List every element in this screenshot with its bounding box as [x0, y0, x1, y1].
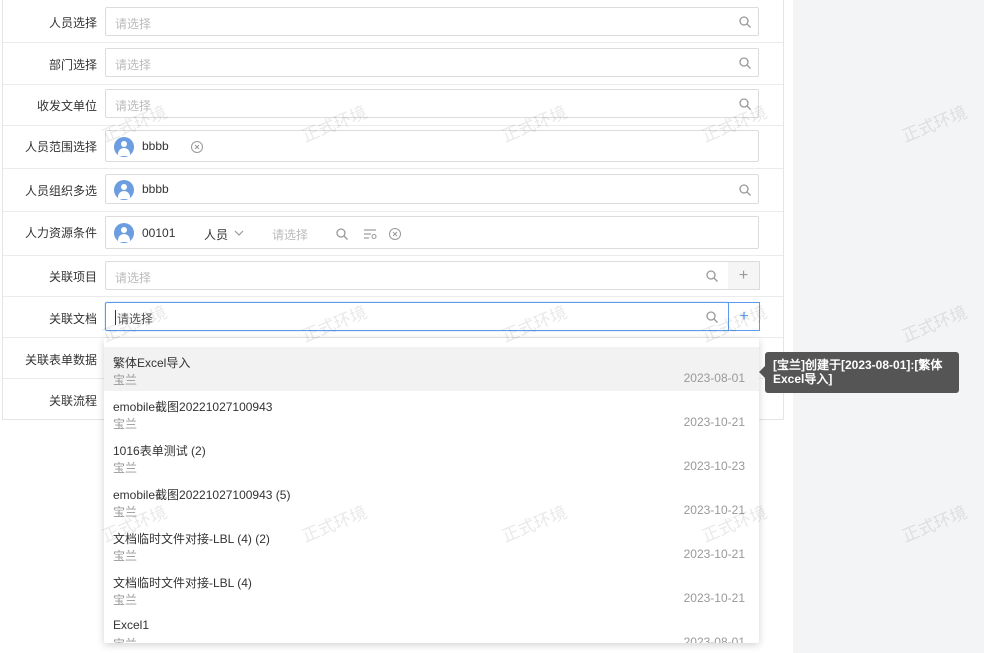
form-row-department: 部门选择 请选择 — [3, 42, 783, 85]
dropdown-option[interactable]: emobile截图20221027100943 (5) 宝兰 2023-10-2… — [104, 479, 759, 523]
placeholder: 请选择 — [117, 312, 154, 326]
related-document-input[interactable]: 请选择 — [105, 302, 729, 331]
dropdown-option[interactable]: emobile截图20221027100943 宝兰 2023-10-21 — [104, 391, 759, 435]
add-document-button[interactable]: + — [728, 302, 760, 331]
document-dropdown: 繁体Excel导入 宝兰 2023-08-01 emobile截图2022102… — [104, 338, 759, 643]
dropdown-option[interactable]: Excel1 宝兰 2023-08-01 — [104, 611, 759, 643]
placeholder: 请选择 — [115, 99, 152, 113]
search-icon[interactable] — [335, 227, 349, 241]
option-author: 宝兰 — [113, 549, 138, 563]
right-side-panel — [793, 0, 984, 653]
form-row-person: 人员选择 请选择 — [3, 0, 783, 43]
search-icon[interactable] — [705, 310, 719, 324]
department-select-input[interactable]: 请选择 — [105, 48, 759, 77]
option-author: 宝兰 — [113, 635, 137, 643]
option-author: 宝兰 — [113, 461, 138, 475]
field-label: 关联项目 — [48, 270, 97, 284]
condition-type-select[interactable]: 人员 — [204, 226, 228, 243]
field-label: 关联文档 — [48, 312, 97, 326]
form-row-doc-unit: 收发文单位 请选择 — [3, 84, 783, 126]
option-title: 1016表单测试 (2) — [113, 444, 206, 458]
text-cursor — [115, 310, 116, 325]
option-date: 2023-08-01 — [683, 371, 745, 385]
form-row-hr-condition: 人力资源条件 00101 人员 请选择 — [3, 211, 783, 256]
dropdown-option[interactable]: 1016表单测试 (2) 宝兰 2023-10-23 — [104, 435, 759, 479]
option-author: 宝兰 — [113, 373, 138, 387]
dropdown-option[interactable]: 文档临时文件对接-LBL (4) 宝兰 2023-10-21 — [104, 567, 759, 611]
person-range-input[interactable]: bbbb — [105, 130, 759, 162]
option-author: 宝兰 — [113, 505, 138, 519]
doc-unit-select-input[interactable]: 请选择 — [105, 89, 759, 118]
selected-tag: 00101 — [142, 226, 176, 240]
form-row-person-range: 人员范围选择 bbbb — [3, 125, 783, 169]
option-title: Excel1 — [113, 618, 150, 632]
avatar — [114, 180, 134, 200]
chevron-down-icon[interactable] — [233, 227, 245, 239]
form-row-person-org: 人员组织多选 bbbb — [3, 168, 783, 212]
search-icon[interactable] — [705, 269, 719, 283]
avatar — [114, 137, 134, 157]
form-row-related-document: 关联文档 请选择 + — [3, 296, 783, 338]
option-author: 宝兰 — [113, 417, 138, 431]
field-label: 人员选择 — [48, 16, 97, 30]
filter-settings-icon[interactable] — [363, 227, 377, 241]
field-label: 人力资源条件 — [24, 226, 97, 240]
field-label: 收发文单位 — [36, 99, 97, 113]
related-project-input[interactable]: 请选择 — [105, 261, 729, 290]
field-label: 人员组织多选 — [24, 184, 97, 198]
document-tooltip: [宝兰]创建于[2023-08-01]:[繁体Excel导入] — [759, 352, 959, 393]
dropdown-option[interactable]: 文档临时文件对接-LBL (4) (2) 宝兰 2023-10-21 — [104, 523, 759, 567]
form-row-related-project: 关联项目 请选择 + — [3, 255, 783, 297]
field-label: 关联流程 — [48, 394, 97, 408]
field-label: 部门选择 — [48, 58, 97, 72]
avatar — [114, 223, 134, 243]
option-title: 文档临时文件对接-LBL (4) (2) — [113, 532, 270, 546]
option-title: 繁体Excel导入 — [113, 356, 191, 370]
search-icon[interactable] — [738, 56, 752, 70]
option-date: 2023-10-21 — [683, 503, 745, 517]
option-date: 2023-10-21 — [683, 547, 745, 561]
selected-tag: bbbb — [142, 182, 169, 196]
field-label: 关联表单数据 — [24, 353, 97, 367]
clear-icon[interactable] — [388, 227, 402, 241]
option-title: emobile截图20221027100943 — [113, 400, 273, 414]
person-org-input[interactable]: bbbb — [105, 174, 759, 204]
option-title: emobile截图20221027100943 (5) — [113, 488, 291, 502]
selected-tag: bbbb — [142, 139, 169, 153]
field-label: 人员范围选择 — [24, 140, 97, 154]
dropdown-option[interactable]: 繁体Excel导入 宝兰 2023-08-01 — [104, 347, 759, 391]
option-date: 2023-10-23 — [683, 459, 745, 473]
option-date: 2023-10-21 — [683, 591, 745, 605]
option-date: 2023-08-01 — [683, 635, 745, 643]
search-icon[interactable] — [738, 183, 752, 197]
clear-icon[interactable] — [190, 140, 204, 154]
search-icon[interactable] — [738, 15, 752, 29]
person-select-input[interactable]: 请选择 — [105, 7, 759, 36]
add-project-button[interactable]: + — [728, 261, 760, 290]
option-author: 宝兰 — [113, 593, 138, 607]
placeholder: 请选择 — [115, 58, 152, 72]
placeholder: 请选择 — [115, 271, 152, 285]
placeholder: 请选择 — [272, 228, 309, 242]
hr-condition-input[interactable]: 00101 人员 请选择 — [105, 216, 759, 249]
search-icon[interactable] — [738, 97, 752, 111]
option-date: 2023-10-21 — [683, 415, 745, 429]
placeholder: 请选择 — [115, 17, 152, 31]
option-title: 文档临时文件对接-LBL (4) — [113, 576, 252, 590]
